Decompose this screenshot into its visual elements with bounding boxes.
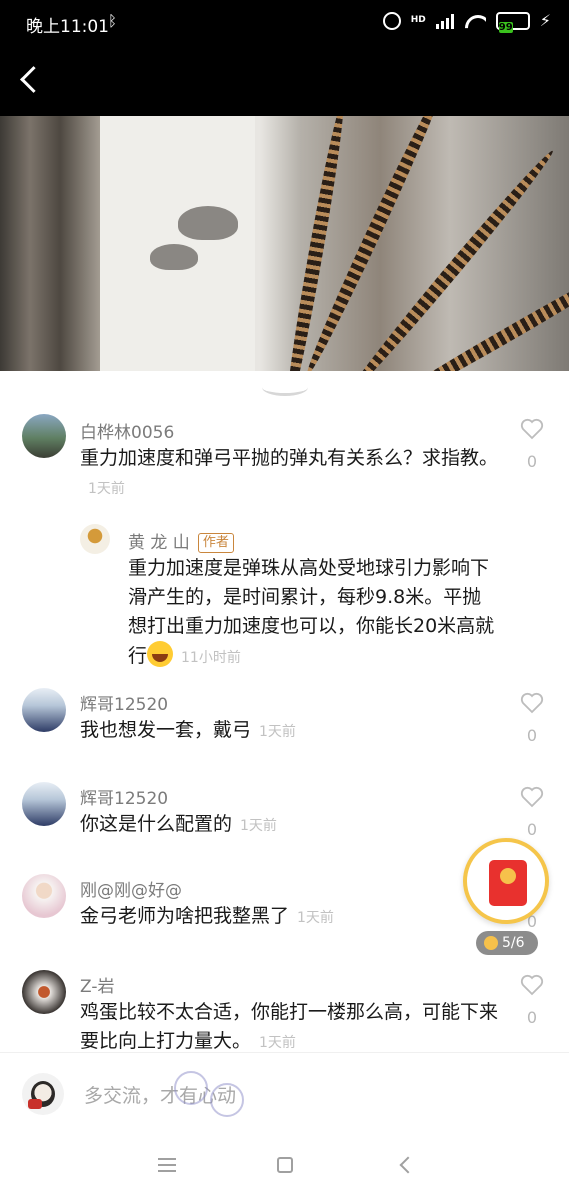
touch-indicator xyxy=(210,1083,244,1117)
home-icon[interactable] xyxy=(277,1157,293,1173)
video-preview[interactable] xyxy=(0,116,569,371)
reply-text: 重力加速度是弹珠从高处受地球引力影响下滑产生的，是时间累计，每秒9.8米。平抛想… xyxy=(128,554,500,673)
laughing-emoji-icon xyxy=(147,641,174,667)
avatar[interactable] xyxy=(22,782,66,826)
battery-icon: 99 xyxy=(495,11,530,33)
signal-icon xyxy=(435,13,454,29)
comment-username[interactable]: 辉哥12520 xyxy=(80,690,168,715)
coin-icon xyxy=(484,936,498,950)
red-packet-button[interactable] xyxy=(463,838,549,924)
reply-time: 11小时前 xyxy=(181,650,241,666)
comment-username[interactable]: 刚@刚@好@ xyxy=(80,876,182,901)
comment-body: 你这是什么配置的 xyxy=(80,813,233,835)
comment-time: 1天前 xyxy=(88,481,125,497)
like-button[interactable]: 0 xyxy=(519,692,545,745)
comment-body: 重力加速度和弹弓平抛的弹丸有关系么？求指教。 xyxy=(80,447,499,469)
like-button[interactable]: 0 xyxy=(519,786,545,839)
reply-avatar[interactable] xyxy=(80,524,110,554)
comment-username[interactable]: 白桦林0056 xyxy=(80,418,174,443)
red-packet-progress: 5/6 xyxy=(476,931,538,955)
feather-image xyxy=(341,146,559,371)
back-button[interactable] xyxy=(14,60,46,100)
like-count: 0 xyxy=(526,726,538,745)
like-button[interactable]: 0 xyxy=(519,974,545,1027)
comment-time: 1天前 xyxy=(240,818,277,834)
comment-text: 我也想发一套，戴弓 1天前 xyxy=(80,716,500,747)
comment-time: 1天前 xyxy=(297,910,334,926)
avatar[interactable] xyxy=(22,414,66,458)
like-button[interactable]: 0 xyxy=(519,418,545,471)
avatar[interactable] xyxy=(22,874,66,918)
bluetooth-icon: ᛒ xyxy=(108,12,118,30)
status-bar: 晚上11:01 ᛒ HD 99 ⚡ xyxy=(0,0,569,46)
teapot-image xyxy=(178,206,238,240)
alarm-icon xyxy=(382,11,401,30)
comment-body: 我也想发一套，戴弓 xyxy=(80,719,252,741)
comment-time: 1天前 xyxy=(259,1035,296,1050)
like-count: 0 xyxy=(526,820,538,839)
heart-icon xyxy=(520,418,544,440)
comment-time: 1天前 xyxy=(259,724,296,740)
user-avatar xyxy=(22,1073,64,1115)
avatar[interactable] xyxy=(22,970,66,1014)
comment-text: 你这是什么配置的 1天前 xyxy=(80,810,500,841)
calligraphy-scroll-image xyxy=(100,116,255,371)
collapse-handle[interactable] xyxy=(262,379,308,396)
back-icon[interactable] xyxy=(399,1156,417,1174)
feather-image xyxy=(363,249,569,371)
comment-body: 金弓老师为啥把我整黑了 xyxy=(80,905,290,927)
charging-icon: ⚡ xyxy=(539,11,551,30)
author-badge: 作者 xyxy=(197,533,234,553)
like-count: 0 xyxy=(526,1008,538,1027)
red-packet-progress-text: 5/6 xyxy=(502,935,525,951)
avatar[interactable] xyxy=(22,688,66,732)
battery-level: 99 xyxy=(498,21,513,33)
system-nav-bar xyxy=(0,1134,569,1200)
menu-icon[interactable] xyxy=(158,1158,176,1172)
comment-text: 重力加速度和弹弓平抛的弹丸有关系么？求指教。 1天前 xyxy=(80,444,500,504)
comment-text: 金弓老师为啥把我整黑了 1天前 xyxy=(80,902,460,933)
heart-icon xyxy=(520,692,544,714)
like-count: 0 xyxy=(526,452,538,471)
feather-image xyxy=(280,116,350,371)
touch-indicator xyxy=(174,1071,208,1105)
comment-username[interactable]: Z-岩 xyxy=(80,972,114,997)
reply-user-name: 黄 龙 山 xyxy=(128,533,190,553)
comment-text: 鸡蛋比较不太合适，你能打一楼那么高，可能下来要比向上打力量大。 1天前 xyxy=(80,998,500,1050)
network-type: HD xyxy=(410,15,426,25)
heart-icon xyxy=(520,786,544,808)
status-icons: HD 99 ⚡ xyxy=(382,11,551,33)
reply-username[interactable]: 黄 龙 山作者 xyxy=(128,528,234,553)
curtain-image xyxy=(0,116,100,371)
heart-icon xyxy=(520,974,544,996)
teapot-image xyxy=(150,244,198,270)
comment-username[interactable]: 辉哥12520 xyxy=(80,784,168,809)
red-envelope-icon xyxy=(489,860,527,906)
status-time: 晚上11:01 xyxy=(26,17,109,37)
comment-input-bar[interactable]: 多交流，才有心动 xyxy=(0,1052,569,1134)
wifi-icon xyxy=(464,13,486,29)
